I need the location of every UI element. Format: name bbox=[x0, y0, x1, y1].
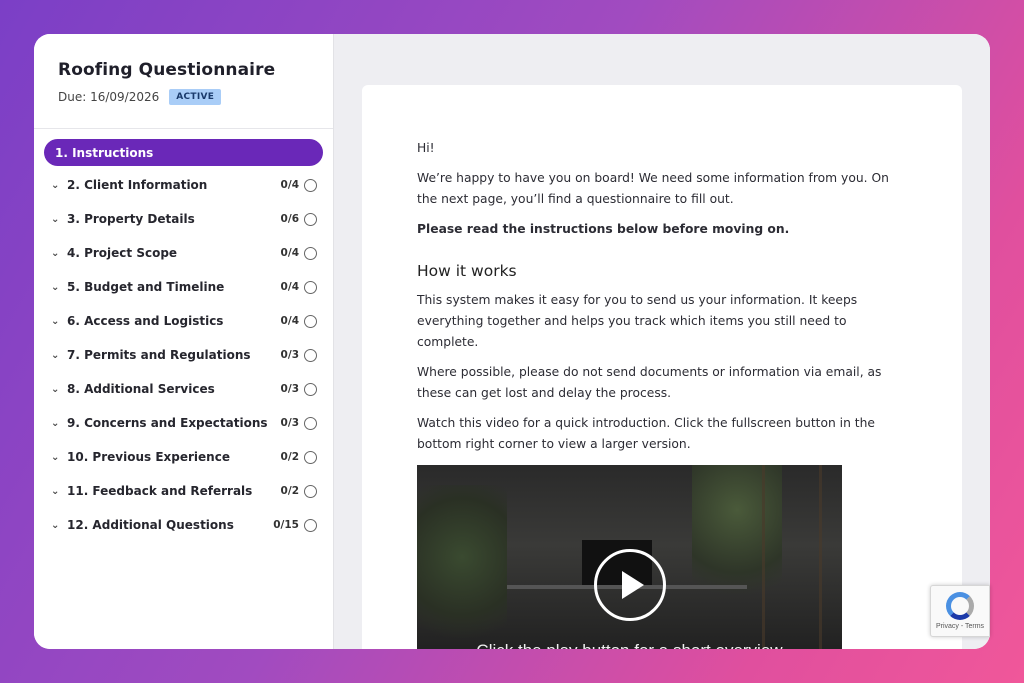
main-content-area: Hi! We’re happy to have you on board! We… bbox=[334, 34, 990, 649]
chevron-down-icon: ⌄ bbox=[51, 315, 60, 327]
nav-item-count: 0/3 bbox=[280, 349, 299, 361]
nav-item-label: 4. Project Scope bbox=[67, 246, 178, 260]
nav-item-label: 9. Concerns and Expectations bbox=[67, 416, 268, 430]
nav-item-count: 0/4 bbox=[280, 281, 299, 293]
video-caption: Click the play button for a short overvi… bbox=[417, 641, 842, 649]
progress-circle-icon bbox=[304, 246, 317, 260]
status-badge: ACTIVE bbox=[169, 89, 222, 105]
nav-item[interactable]: ⌄ 3. Property Details 0/6 bbox=[34, 202, 333, 236]
instructions-card: Hi! We’re happy to have you on board! We… bbox=[362, 85, 962, 649]
paragraph-3: Watch this video for a quick introductio… bbox=[417, 416, 875, 451]
nav-item-count: 0/15 bbox=[273, 519, 299, 531]
nav-item-label: 7. Permits and Regulations bbox=[67, 348, 251, 362]
progress-circle-icon bbox=[304, 280, 317, 294]
nav-item-label: 8. Additional Services bbox=[67, 382, 215, 396]
paragraph-1: This system makes it easy for you to sen… bbox=[417, 293, 858, 349]
nav-item-label: 11. Feedback and Referrals bbox=[67, 484, 253, 498]
chevron-down-icon: ⌄ bbox=[51, 281, 60, 293]
nav-item[interactable]: ⌄ 7. Permits and Regulations 0/3 bbox=[34, 338, 333, 372]
progress-circle-icon bbox=[304, 382, 317, 396]
play-icon[interactable] bbox=[594, 549, 666, 621]
paragraph-2: Where possible, please do not send docum… bbox=[417, 365, 882, 400]
how-it-works-heading: How it works bbox=[417, 262, 517, 280]
progress-circle-icon bbox=[304, 348, 317, 362]
nav-item[interactable]: ⌄ 4. Project Scope 0/4 bbox=[34, 236, 333, 270]
recaptcha-icon bbox=[946, 592, 974, 620]
nav-item-count: 0/4 bbox=[280, 315, 299, 327]
chevron-down-icon: ⌄ bbox=[51, 485, 60, 497]
greeting-text: Hi! bbox=[417, 141, 435, 155]
nav-item-label: 10. Previous Experience bbox=[67, 450, 230, 464]
section-nav: 1. Instructions ⌄ 2. Client Information 0/… bbox=[34, 129, 333, 542]
nav-item[interactable]: ⌄ 9. Concerns and Expectations 0/3 bbox=[34, 406, 333, 440]
progress-circle-icon bbox=[304, 178, 317, 192]
nav-item[interactable]: ⌄ 8. Additional Services 0/3 bbox=[34, 372, 333, 406]
chevron-down-icon: ⌄ bbox=[51, 383, 60, 395]
chevron-down-icon: ⌄ bbox=[51, 179, 60, 191]
nav-item[interactable]: ⌄ 6. Access and Logistics 0/4 bbox=[34, 304, 333, 338]
chevron-down-icon: ⌄ bbox=[51, 519, 60, 531]
chevron-down-icon: ⌄ bbox=[51, 247, 60, 259]
intro-video[interactable]: Click the play button for a short overvi… bbox=[417, 465, 842, 649]
app-window: Roofing Questionnaire Due: 16/09/2026 AC… bbox=[34, 34, 990, 649]
progress-circle-icon bbox=[304, 518, 317, 532]
progress-circle-icon bbox=[304, 484, 317, 498]
sidebar-header: Roofing Questionnaire Due: 16/09/2026 AC… bbox=[34, 34, 333, 129]
instruction-text: Please read the instructions below befor… bbox=[417, 222, 790, 236]
nav-item-label: 2. Client Information bbox=[67, 178, 208, 192]
due-date: Due: 16/09/2026 bbox=[58, 90, 160, 104]
recaptcha-links[interactable]: Privacy - Terms bbox=[936, 623, 984, 630]
nav-item[interactable]: ⌄ 11. Feedback and Referrals 0/2 bbox=[34, 474, 333, 508]
chevron-down-icon: ⌄ bbox=[51, 417, 60, 429]
video-scene-shelf bbox=[762, 465, 822, 649]
video-scene-plant-left bbox=[417, 485, 507, 649]
nav-item-count: 0/3 bbox=[280, 383, 299, 395]
progress-circle-icon bbox=[304, 416, 317, 430]
nav-item-count: 0/2 bbox=[280, 451, 299, 463]
progress-circle-icon bbox=[304, 212, 317, 226]
nav-item-count: 0/6 bbox=[280, 213, 299, 225]
nav-item-instructions[interactable]: 1. Instructions bbox=[44, 139, 323, 166]
questionnaire-title: Roofing Questionnaire bbox=[58, 60, 276, 80]
recaptcha-badge[interactable]: Privacy - Terms bbox=[930, 585, 990, 637]
nav-item-label: 3. Property Details bbox=[67, 212, 195, 226]
chevron-down-icon: ⌄ bbox=[51, 213, 60, 225]
sidebar: Roofing Questionnaire Due: 16/09/2026 AC… bbox=[34, 34, 334, 649]
nav-item-count: 0/3 bbox=[280, 417, 299, 429]
nav-item[interactable]: ⌄ 2. Client Information 0/4 bbox=[34, 168, 333, 202]
nav-item-label: 6. Access and Logistics bbox=[67, 314, 224, 328]
due-row: Due: 16/09/2026 ACTIVE bbox=[58, 89, 309, 105]
nav-item[interactable]: ⌄ 10. Previous Experience 0/2 bbox=[34, 440, 333, 474]
nav-item-count: 0/4 bbox=[280, 179, 299, 191]
nav-item-label: 12. Additional Questions bbox=[67, 518, 234, 532]
intro-text: We’re happy to have you on board! We nee… bbox=[417, 171, 889, 206]
chevron-down-icon: ⌄ bbox=[51, 451, 60, 463]
nav-item[interactable]: ⌄ 12. Additional Questions 0/15 bbox=[34, 508, 333, 542]
nav-item-count: 0/2 bbox=[280, 485, 299, 497]
nav-item-count: 0/4 bbox=[280, 247, 299, 259]
progress-circle-icon bbox=[304, 450, 317, 464]
chevron-down-icon: ⌄ bbox=[51, 349, 60, 361]
nav-item[interactable]: ⌄ 5. Budget and Timeline 0/4 bbox=[34, 270, 333, 304]
progress-circle-icon bbox=[304, 314, 317, 328]
nav-item-label: 5. Budget and Timeline bbox=[67, 280, 225, 294]
